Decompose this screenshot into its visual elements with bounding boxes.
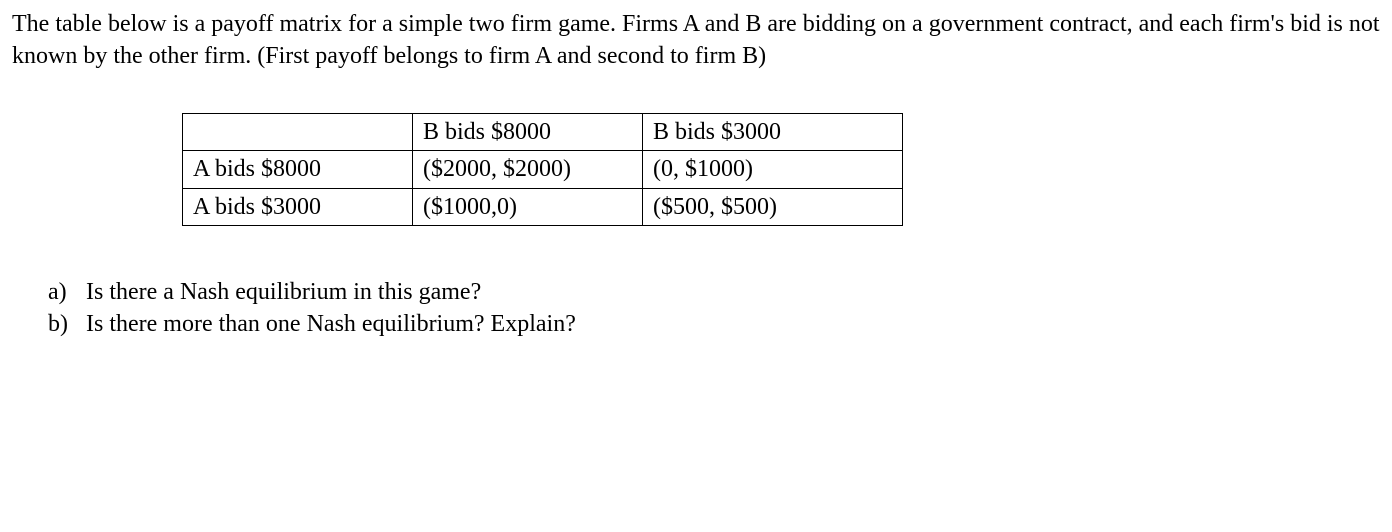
questions-list: a) Is there a Nash equilibrium in this g… (48, 276, 1380, 341)
row-label-a-8000: A bids $8000 (183, 151, 413, 188)
question-text: Is there a Nash equilibrium in this game… (86, 276, 1380, 308)
table-row: A bids $8000 ($2000, $2000) (0, $1000) (183, 151, 903, 188)
row-label-a-3000: A bids $3000 (183, 188, 413, 225)
payoff-matrix-table: B bids $8000 B bids $3000 A bids $8000 (… (182, 113, 903, 226)
question-b: b) Is there more than one Nash equilibri… (48, 308, 1380, 340)
payoff-cell: ($500, $500) (643, 188, 903, 225)
header-cell-b-8000: B bids $8000 (413, 113, 643, 150)
payoff-table-wrapper: B bids $8000 B bids $3000 A bids $8000 (… (182, 113, 1380, 226)
intro-paragraph: The table below is a payoff matrix for a… (12, 8, 1380, 73)
payoff-cell: (0, $1000) (643, 151, 903, 188)
question-text: Is there more than one Nash equilibrium?… (86, 308, 1380, 340)
payoff-cell: ($1000,0) (413, 188, 643, 225)
table-row: A bids $3000 ($1000,0) ($500, $500) (183, 188, 903, 225)
question-letter: b) (48, 308, 86, 340)
payoff-cell: ($2000, $2000) (413, 151, 643, 188)
table-header-row: B bids $8000 B bids $3000 (183, 113, 903, 150)
header-cell-empty (183, 113, 413, 150)
question-a: a) Is there a Nash equilibrium in this g… (48, 276, 1380, 308)
question-letter: a) (48, 276, 86, 308)
header-cell-b-3000: B bids $3000 (643, 113, 903, 150)
